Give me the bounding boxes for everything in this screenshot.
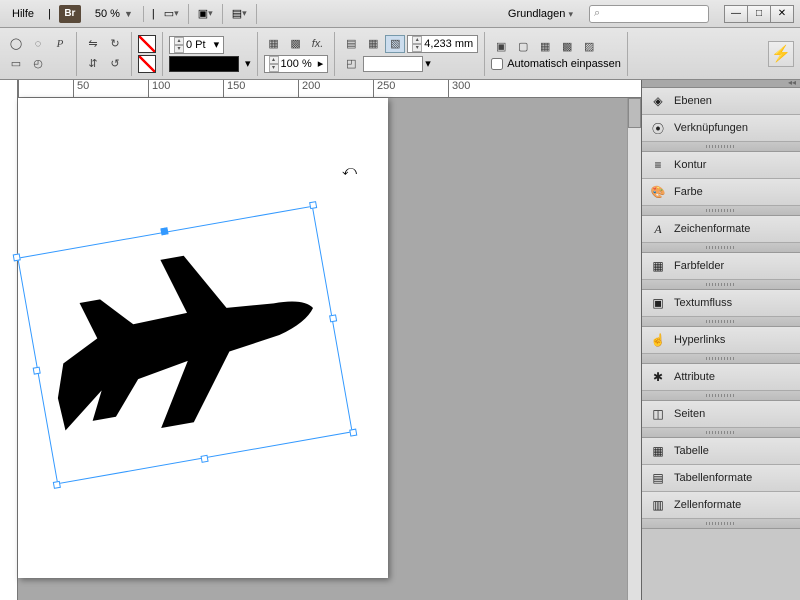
wrap-jump-icon[interactable]: ▧ — [385, 35, 405, 53]
fx-gradient-icon[interactable]: ▦ — [264, 35, 284, 53]
fit-content-icon[interactable]: ▣ — [491, 38, 511, 56]
window-maximize[interactable]: □ — [747, 5, 771, 23]
scrollbar-thumb[interactable] — [628, 98, 641, 128]
zoom-dropdown[interactable]: 50 %▼ — [89, 6, 144, 22]
pages-icon: ◫ — [650, 406, 666, 422]
panel-seiten[interactable]: ◫Seiten — [642, 401, 800, 428]
panel-ebenen[interactable]: ◈Ebenen — [642, 88, 800, 115]
panel-zellenformate[interactable]: ▥Zellenformate — [642, 492, 800, 519]
corner-options-icon[interactable]: ◰ — [341, 55, 361, 73]
rotate-ccw-icon[interactable]: ↺ — [105, 55, 125, 73]
view-options-button[interactable]: ▤▾ — [231, 4, 257, 24]
handle-br[interactable] — [349, 429, 357, 437]
attributes-icon: ✱ — [650, 369, 666, 385]
cellstyles-icon: ▥ — [650, 497, 666, 513]
autofit-label: Automatisch einpassen — [507, 58, 621, 70]
rotate-cw-icon[interactable]: ↻ — [105, 35, 125, 53]
ellipse-solid-icon[interactable]: ◯ — [6, 35, 26, 53]
arrange-button[interactable]: ▣▾ — [197, 4, 223, 24]
corner-icon[interactable]: ◴ — [28, 55, 48, 73]
panel-tabelle[interactable]: ▦Tabelle — [642, 438, 800, 465]
screen-mode-button[interactable]: ▭▾ — [163, 4, 189, 24]
fit-prop-icon[interactable]: ▩ — [557, 38, 577, 56]
fit-frame-icon[interactable]: ▢ — [513, 38, 533, 56]
handle-bm[interactable] — [201, 455, 209, 463]
rotate-cursor-icon: ⤺ — [342, 162, 357, 179]
control-toolbar: ◯ ◌ P ▭ ◴ ⇋ ↻ ⇵ ↺ ▴▾ 0 Pt ▾ ▾ — [0, 28, 800, 80]
swatches-icon: ▦ — [650, 258, 666, 274]
handle-tl[interactable] — [13, 253, 21, 261]
panel-tabellenformate[interactable]: ▤Tabellenformate — [642, 465, 800, 492]
panel-textumfluss[interactable]: ▣Textumfluss — [642, 290, 800, 317]
panel-kontur[interactable]: ≡Kontur — [642, 152, 800, 179]
handle-tm[interactable] — [160, 227, 168, 235]
paragraph-icon[interactable]: P — [50, 35, 70, 53]
menubar: Hilfe | Br 50 %▼ | ▭▾ ▣▾ ▤▾ Grundlagen ▾… — [0, 0, 800, 28]
panel-farbe[interactable]: 🎨Farbe — [642, 179, 800, 206]
handle-tr[interactable] — [309, 201, 317, 209]
wrap-none-icon[interactable]: ▤ — [341, 35, 361, 53]
stroke-swatch[interactable] — [138, 55, 156, 73]
handle-ml[interactable] — [33, 367, 41, 375]
ruler-vertical[interactable] — [0, 80, 18, 600]
corner-style-dropdown[interactable] — [363, 56, 423, 72]
rect-dashed-icon[interactable]: ▭ — [6, 55, 26, 73]
flip-h-icon[interactable]: ⇋ — [83, 35, 103, 53]
quick-apply-button[interactable]: ⚡ — [768, 41, 794, 67]
panel-dock: ◈Ebenen ⦿Verknüpfungen ≡Kontur 🎨Farbe AZ… — [641, 80, 800, 600]
textwrap-icon: ▣ — [650, 295, 666, 311]
stroke-style-dropdown[interactable] — [169, 56, 239, 72]
tablestyles-icon: ▤ — [650, 470, 666, 486]
table-icon: ▦ — [650, 443, 666, 459]
center-content-icon[interactable]: ▦ — [535, 38, 555, 56]
scrollbar-vertical[interactable] — [627, 98, 641, 600]
fill-prop-icon[interactable]: ▨ — [579, 38, 599, 56]
panel-zeichenformate[interactable]: AZeichenformate — [642, 216, 800, 243]
handle-mr[interactable] — [329, 314, 337, 322]
window-minimize[interactable]: — — [724, 5, 748, 23]
workspace-switcher[interactable]: Grundlagen ▾ — [500, 6, 581, 22]
layers-icon: ◈ — [650, 93, 666, 109]
color-icon: 🎨 — [650, 184, 666, 200]
wrap-offset-field[interactable]: ▴▾ 4,233 mm — [407, 35, 478, 53]
opacity-field[interactable]: ▴▾ 100 %▸ — [264, 55, 329, 73]
links-icon: ⦿ — [650, 120, 666, 136]
panel-attribute[interactable]: ✱Attribute — [642, 364, 800, 391]
ruler-horizontal[interactable]: 50 100 150 200 250 300 — [18, 80, 641, 98]
wrap-around-icon[interactable]: ▦ — [363, 35, 383, 53]
panel-verknuepfungen[interactable]: ⦿Verknüpfungen — [642, 115, 800, 142]
handle-bl[interactable] — [53, 481, 61, 489]
flip-v-icon[interactable]: ⇵ — [83, 55, 103, 73]
menu-help[interactable]: Hilfe — [6, 6, 40, 22]
panel-collapse-grip[interactable] — [642, 80, 800, 88]
ellipse-dashed-icon[interactable]: ◌ — [28, 35, 48, 53]
stroke-weight-field[interactable]: ▴▾ 0 Pt ▾ — [169, 36, 224, 54]
stroke-icon: ≡ — [650, 157, 666, 173]
bridge-button[interactable]: Br — [59, 5, 81, 23]
fx-icon[interactable]: fx. — [308, 35, 328, 53]
document-area: 50 100 150 200 250 300 ⤺ — [0, 80, 641, 600]
fill-swatch[interactable] — [138, 35, 156, 53]
drop-shadow-icon[interactable]: ▩ — [286, 35, 306, 53]
panel-farbfelder[interactable]: ▦Farbfelder — [642, 253, 800, 280]
charstyles-icon: A — [650, 221, 666, 237]
window-close[interactable]: ✕ — [770, 5, 794, 23]
autofit-checkbox[interactable] — [491, 58, 503, 70]
hyperlinks-icon: ☝ — [650, 332, 666, 348]
search-input[interactable]: ⌕ — [589, 5, 709, 23]
panel-hyperlinks[interactable]: ☝Hyperlinks — [642, 327, 800, 354]
